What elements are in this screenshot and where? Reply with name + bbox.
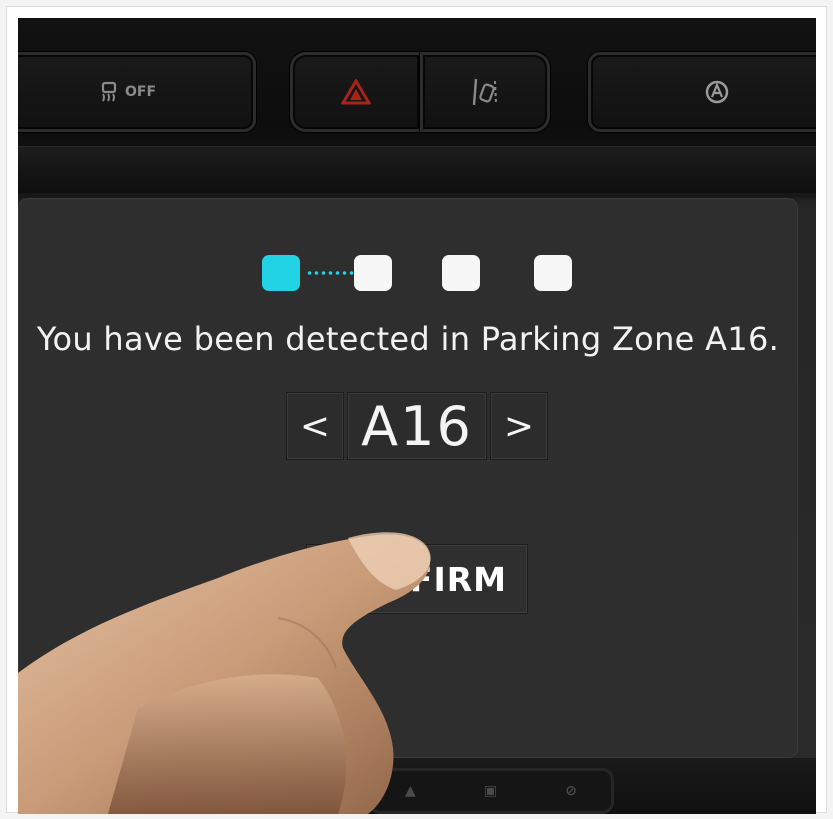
auto-start-stop-button[interactable]	[588, 52, 816, 132]
step-1-indicator	[262, 255, 300, 291]
lane-departure-icon	[472, 77, 498, 107]
step-2-indicator	[354, 255, 392, 291]
zone-detected-message: You have been detected in Parking Zone A…	[36, 320, 780, 358]
infotainment-screen: You have been detected in Parking Zone A…	[18, 198, 798, 758]
step-3-indicator	[442, 255, 480, 291]
hazard-warning-icon	[341, 79, 371, 105]
next-zone-button[interactable]: >	[490, 392, 548, 460]
confirm-button[interactable]: CONFIRM	[306, 544, 528, 614]
hill-descent-icon: ▲	[405, 783, 416, 799]
dashboard-photo: OFF You have been detected in Parking Zo…	[18, 18, 816, 814]
traction-control-off-icon	[98, 80, 122, 104]
lane-assist-button[interactable]	[420, 52, 550, 132]
hardware-button-row: OFF	[18, 18, 816, 198]
no-parking-icon: ⊘	[565, 783, 577, 799]
diff-lock-icon: ▣	[483, 783, 498, 799]
step-progress-indicator	[262, 255, 582, 295]
parking-zone-picker: < A16 >	[286, 392, 548, 462]
traction-control-off-button[interactable]: OFF	[18, 52, 256, 132]
dashboard-trim	[18, 146, 816, 193]
traction-control-off-label: OFF	[124, 84, 157, 100]
step-connector-dots	[306, 271, 360, 275]
auto-start-stop-icon	[703, 78, 731, 106]
lower-control-strip: ▲ ▣ ⊘	[368, 768, 614, 814]
zone-value: A16	[347, 392, 487, 460]
previous-zone-button[interactable]: <	[286, 392, 344, 460]
step-4-indicator	[534, 255, 572, 291]
hazard-button[interactable]	[290, 52, 422, 132]
